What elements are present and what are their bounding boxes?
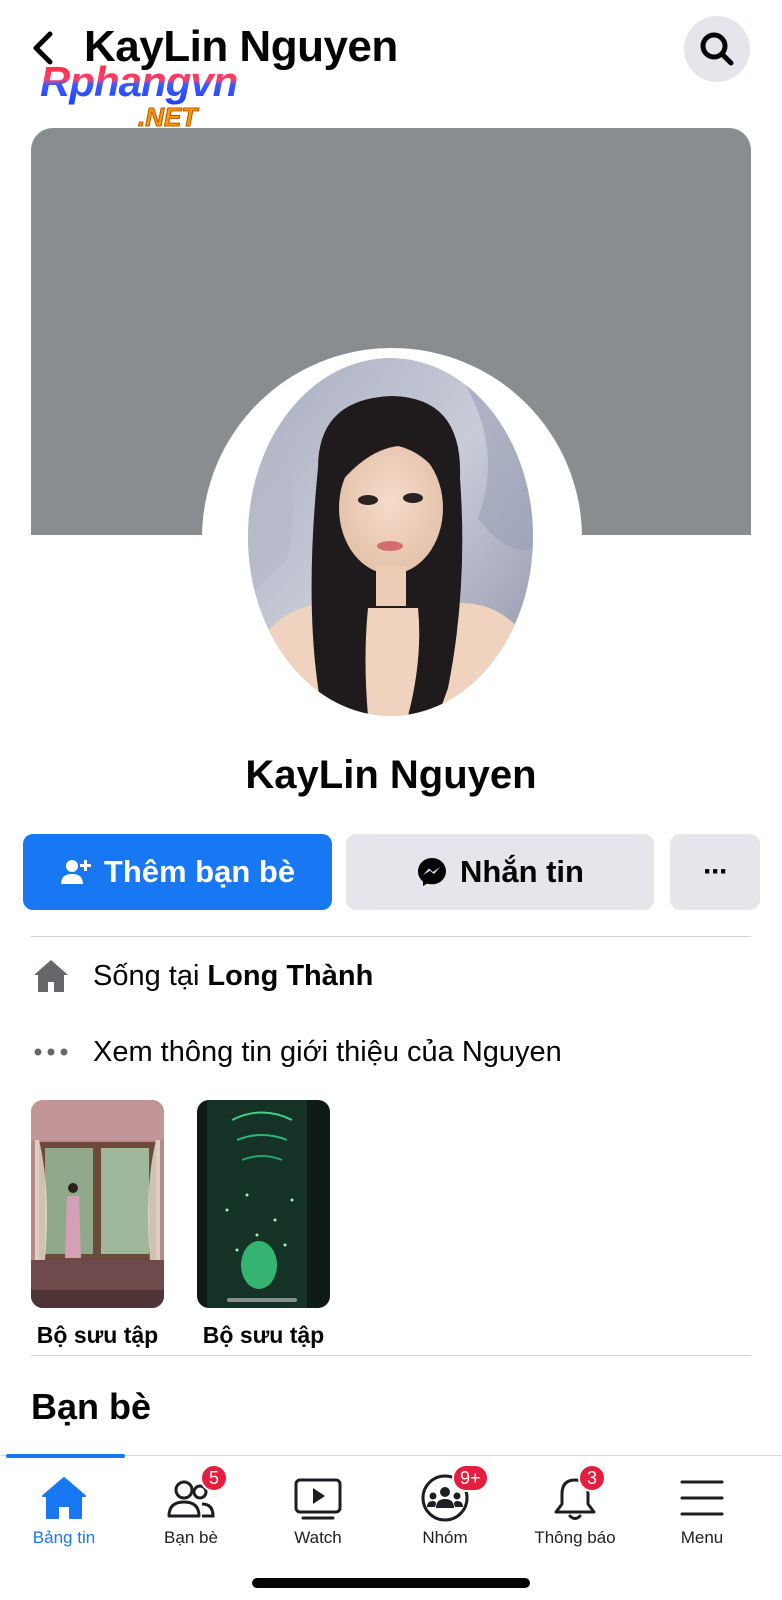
message-label: Nhắn tin — [460, 854, 584, 889]
header-title: KayLin Nguyen — [84, 22, 398, 71]
search-button[interactable] — [684, 16, 750, 82]
collection-label: Bộ sưu tập — [36, 1322, 159, 1348]
collection-label: Bộ sưu tập — [202, 1322, 325, 1348]
friends-section-title: Bạn bè — [31, 1386, 152, 1427]
lives-in-prefix: Sống tại — [93, 959, 200, 992]
notifications-badge: 3 — [578, 1464, 606, 1492]
tab-notifications[interactable]: 3 Thông báo — [515, 1464, 635, 1554]
divider — [31, 936, 751, 937]
tab-watch[interactable]: Watch — [258, 1474, 378, 1554]
chevron-left-icon — [33, 31, 53, 65]
collection-card[interactable]: Bộ sưu tập — [31, 1100, 164, 1349]
tab-label: Bạn bè — [164, 1528, 218, 1547]
tab-news-feed[interactable]: Bảng tin — [4, 1474, 124, 1554]
see-about-label: Xem thông tin giới thiệu của Nguyen — [93, 1035, 562, 1068]
add-person-icon — [60, 860, 91, 884]
profile-photo-image — [248, 358, 533, 716]
tab-label: Nhóm — [422, 1528, 468, 1547]
menu-icon — [675, 1474, 729, 1522]
home-icon — [37, 1474, 91, 1522]
active-tab-indicator — [6, 1454, 125, 1458]
tab-label: Thông báo — [534, 1528, 616, 1547]
top-header: KayLin Nguyen — [0, 0, 782, 110]
home-indicator — [252, 1578, 530, 1588]
tab-menu[interactable]: Menu — [642, 1474, 762, 1554]
add-friend-label: Thêm bạn bè — [103, 854, 296, 889]
back-button[interactable] — [26, 28, 62, 68]
divider — [31, 1355, 751, 1356]
house-icon — [31, 956, 71, 996]
tab-groups[interactable]: 9+ Nhóm — [385, 1464, 505, 1554]
add-friend-button[interactable]: Thêm bạn bè — [23, 834, 332, 910]
ellipsis-icon — [31, 1032, 71, 1072]
tab-label: Watch — [294, 1528, 342, 1547]
groups-badge: 9+ — [452, 1464, 489, 1492]
collection-thumbnail — [31, 1100, 164, 1308]
friends-icon: 5 — [164, 1464, 228, 1522]
watch-icon — [291, 1474, 345, 1522]
message-button[interactable]: Nhắn tin — [346, 834, 654, 910]
tab-friends[interactable]: 5 Bạn bè — [131, 1464, 251, 1554]
tab-label: Bảng tin — [32, 1528, 96, 1547]
tab-label: Menu — [680, 1528, 724, 1547]
profile-avatar[interactable] — [248, 358, 533, 716]
more-options-button[interactable]: ··· — [670, 834, 760, 910]
search-icon — [700, 32, 734, 66]
collection-card[interactable]: Bộ sưu tập — [197, 1100, 330, 1349]
profile-name: KayLin Nguyen — [245, 753, 537, 797]
friends-badge: 5 — [200, 1464, 228, 1492]
groups-icon: 9+ — [418, 1464, 489, 1522]
lives-in-row: Sống tại Long Thành — [31, 956, 373, 996]
collection-thumbnail — [197, 1100, 330, 1308]
bell-icon: 3 — [548, 1464, 606, 1522]
see-about-row[interactable]: Xem thông tin giới thiệu của Nguyen — [31, 1032, 562, 1072]
lives-in-place[interactable]: Long Thành — [207, 960, 373, 993]
messenger-icon — [418, 858, 446, 886]
more-options-label: ··· — [703, 855, 729, 888]
